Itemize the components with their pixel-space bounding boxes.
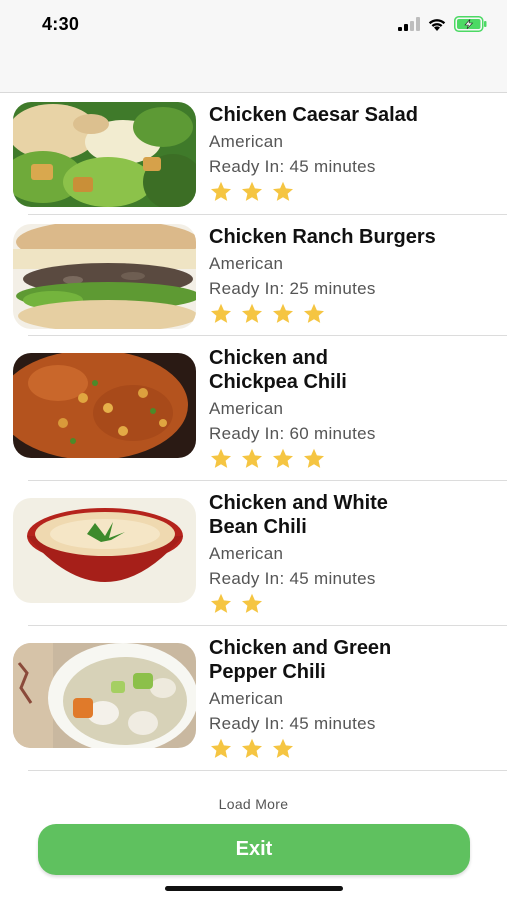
star-icon bbox=[211, 593, 231, 613]
rating-stars bbox=[209, 446, 494, 472]
star-icon bbox=[242, 448, 262, 468]
rating-stars bbox=[209, 736, 494, 762]
star-icon bbox=[304, 448, 324, 468]
battery-charging-icon bbox=[454, 16, 487, 32]
recipe-title-line-1: Chicken and bbox=[209, 347, 328, 369]
load-more-button[interactable]: Load More bbox=[0, 796, 507, 812]
recipe-row[interactable]: Chicken and White Bean Chili American Re… bbox=[0, 481, 507, 626]
star-icon bbox=[273, 181, 293, 201]
caesar-salad-image bbox=[13, 102, 196, 207]
status-time: 4:30 bbox=[42, 14, 80, 34]
recipe-row[interactable]: Chicken and Chickpea Chili American Read… bbox=[0, 336, 507, 481]
star-icon bbox=[273, 738, 293, 758]
white-bean-chili-image bbox=[13, 498, 196, 603]
recipe-title-line-2: Bean Chili bbox=[209, 516, 307, 538]
recipe-ready-time: Ready In: 45 minutes bbox=[209, 714, 376, 733]
recipe-ready-time: Ready In: 45 minutes bbox=[209, 569, 376, 588]
recipe-cuisine: American bbox=[209, 132, 284, 151]
recipe-title-line-1: Chicken and White bbox=[209, 492, 388, 514]
ranch-burger-image bbox=[13, 224, 196, 329]
star-icon bbox=[273, 303, 293, 323]
exit-button[interactable]: Exit bbox=[38, 824, 470, 875]
recipe-title-line-2: Chickpea Chili bbox=[209, 371, 347, 393]
recipe-info: Chicken and Green Pepper Chili American … bbox=[209, 636, 494, 762]
wifi-icon bbox=[428, 18, 446, 31]
recipe-row[interactable]: Chicken and Green Pepper Chili American … bbox=[0, 626, 507, 771]
cellular-signal-icon bbox=[398, 17, 420, 31]
star-icon bbox=[211, 448, 231, 468]
recipe-info: Chicken Caesar Salad American Ready In: … bbox=[209, 103, 494, 205]
recipe-title-line-2: Pepper Chili bbox=[209, 661, 326, 683]
chickpea-chili-image bbox=[13, 353, 196, 458]
star-icon bbox=[211, 181, 231, 201]
recipe-ready-time: Ready In: 45 minutes bbox=[209, 157, 376, 176]
star-icon bbox=[242, 738, 262, 758]
status-icons bbox=[398, 15, 487, 33]
star-icon bbox=[304, 303, 324, 323]
rating-stars bbox=[209, 179, 494, 205]
recipe-cuisine: American bbox=[209, 689, 284, 708]
home-indicator bbox=[165, 886, 343, 891]
rating-stars bbox=[209, 591, 494, 617]
recipe-info: Chicken and Chickpea Chili American Read… bbox=[209, 346, 494, 472]
recipe-cuisine: American bbox=[209, 254, 284, 273]
star-icon bbox=[211, 303, 231, 323]
rating-stars bbox=[209, 301, 494, 327]
star-icon bbox=[242, 303, 262, 323]
recipe-title: Chicken Caesar Salad bbox=[209, 104, 418, 126]
star-icon bbox=[242, 181, 262, 201]
star-icon bbox=[242, 593, 262, 613]
recipe-info: Chicken and White Bean Chili American Re… bbox=[209, 491, 494, 617]
recipe-title-line-1: Chicken and Green bbox=[209, 637, 392, 659]
recipe-title: Chicken Ranch Burgers bbox=[209, 226, 436, 248]
app-screen: 4:30 Chicken Caesar Salad American Ready… bbox=[0, 0, 507, 900]
row-divider bbox=[28, 770, 507, 771]
navigation-bar: 4:30 bbox=[0, 0, 507, 93]
recipe-ready-time: Ready In: 60 minutes bbox=[209, 424, 376, 443]
recipe-cuisine: American bbox=[209, 399, 284, 418]
green-pepper-chili-image bbox=[13, 643, 196, 748]
star-icon bbox=[273, 448, 293, 468]
recipe-info: Chicken Ranch Burgers American Ready In:… bbox=[209, 225, 494, 327]
recipe-cuisine: American bbox=[209, 544, 284, 563]
star-icon bbox=[211, 738, 231, 758]
recipe-list[interactable]: Chicken Caesar Salad American Ready In: … bbox=[0, 93, 507, 790]
recipe-ready-time: Ready In: 25 minutes bbox=[209, 279, 376, 298]
